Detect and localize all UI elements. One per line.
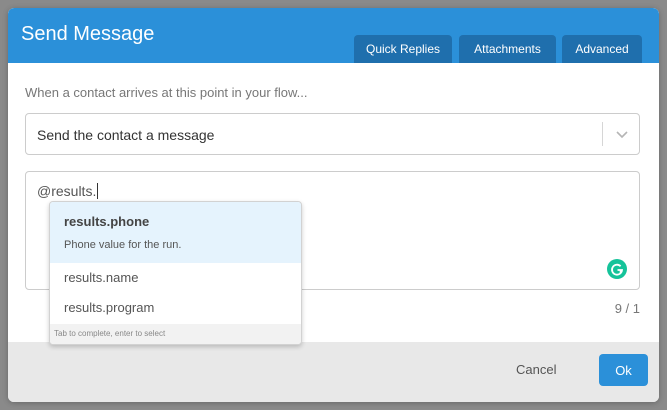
autocomplete-hint: Tab to complete, enter to select: [54, 329, 166, 338]
autocomplete-option-description: Phone value for the run.: [64, 239, 182, 251]
dialog-title: Send Message: [21, 23, 155, 45]
autocomplete-option[interactable]: results.program: [64, 300, 154, 315]
autocomplete-option-active[interactable]: results.phone Phone value for the run.: [50, 202, 301, 263]
autocomplete-option[interactable]: results.name: [64, 270, 138, 285]
select-divider: [602, 122, 603, 146]
tab-quick-replies[interactable]: Quick Replies: [354, 35, 452, 63]
text-caret: [97, 183, 99, 199]
grammarly-icon[interactable]: [607, 259, 627, 279]
intro-text: When a contact arrives at this point in …: [25, 85, 308, 100]
dialog-footer: Cancel Ok: [8, 342, 659, 402]
autocomplete-hint-bar: Tab to complete, enter to select: [50, 324, 301, 344]
tab-advanced[interactable]: Advanced: [562, 35, 642, 63]
message-text: @results.: [37, 183, 99, 199]
tab-attachments[interactable]: Attachments: [459, 35, 556, 63]
message-value: @results.: [37, 183, 97, 199]
dialog-header: Send Message Quick Replies Attachments A…: [8, 8, 659, 63]
action-select-value: Send the contact a message: [37, 127, 215, 143]
autocomplete-dropdown: results.phone Phone value for the run. r…: [49, 201, 302, 345]
ok-button[interactable]: Ok: [599, 354, 648, 386]
character-counter: 9 / 1: [614, 301, 640, 316]
action-select[interactable]: Send the contact a message: [25, 113, 640, 155]
send-message-dialog: Send Message Quick Replies Attachments A…: [8, 8, 659, 402]
cancel-button[interactable]: Cancel: [516, 362, 556, 377]
chevron-down-icon[interactable]: [614, 126, 630, 142]
autocomplete-option-label: results.phone: [64, 214, 150, 229]
